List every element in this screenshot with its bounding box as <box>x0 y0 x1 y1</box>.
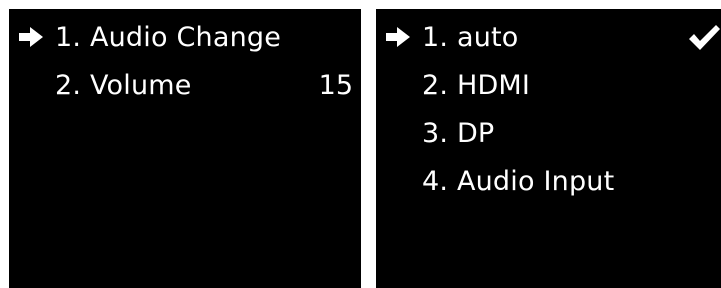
menu-item-label: 1. Audio Change <box>55 22 282 53</box>
submenu-item-label: 2. HDMI <box>422 70 531 101</box>
submenu-item-label: 4. Audio Input <box>422 166 615 197</box>
menu-item-volume[interactable]: 2. Volume 15 <box>9 62 361 110</box>
menu-item-label: 2. Volume <box>55 70 192 101</box>
submenu-item-label: 3. DP <box>422 118 495 149</box>
submenu-item-label: 1. auto <box>422 22 519 53</box>
volume-value: 15 <box>318 70 353 101</box>
checkmark-icon <box>689 25 720 50</box>
menu-item-audio-change[interactable]: 1. Audio Change <box>9 14 361 62</box>
submenu-item-audio-input[interactable]: 4. Audio Input <box>376 158 721 206</box>
submenu-item-dp[interactable]: 3. DP <box>376 110 721 158</box>
audio-change-submenu-panel: 1. auto 2. HDMI 3. DP 4. Audio Input <box>376 9 721 288</box>
submenu-item-auto[interactable]: 1. auto <box>376 14 721 62</box>
submenu-item-hdmi[interactable]: 2. HDMI <box>376 62 721 110</box>
right-arrow-pointer-icon <box>386 27 410 47</box>
audio-menu-panel: 1. Audio Change 2. Volume 15 <box>9 9 361 288</box>
right-arrow-pointer-icon <box>19 27 43 47</box>
